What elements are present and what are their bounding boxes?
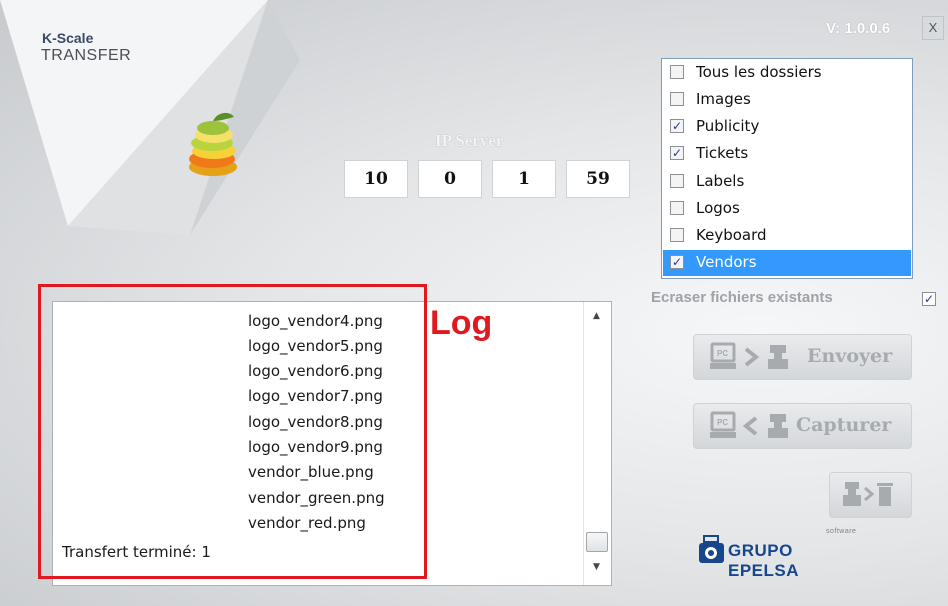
folder-item-tickets[interactable]: ✓ Tickets [663, 141, 911, 167]
version-label: V: 1.0.0.6 [826, 20, 891, 37]
app-title-line2: TRANSFER [41, 47, 132, 64]
overwrite-label: Ecraser fichiers existants [651, 289, 833, 306]
folder-checkbox[interactable] [670, 174, 684, 188]
pc-to-scale-icon: PC [710, 342, 788, 369]
folder-checkbox[interactable] [670, 201, 684, 215]
ip-octet-4-input[interactable]: 59 [566, 160, 630, 198]
folder-item-logos[interactable]: Logos [663, 196, 911, 222]
folder-checkbox[interactable] [670, 92, 684, 106]
folder-item-labels[interactable]: Labels [663, 169, 911, 195]
log-annotation-label: Log [430, 304, 493, 342]
ip-octet-3-input[interactable]: 1 [492, 160, 556, 198]
folder-item-images[interactable]: Images [663, 87, 911, 113]
folder-checkbox[interactable] [670, 228, 684, 242]
app-window: K-Scale TRANSFER V: 1.0.0.6 X IP Server … [0, 0, 948, 606]
folder-item-label: Tickets [696, 144, 749, 162]
scale-logo-icon [699, 535, 724, 563]
folder-checkbox[interactable]: ✓ [670, 255, 684, 269]
folder-item-tous-les-dossiers[interactable]: Tous les dossiers [663, 60, 911, 86]
scroll-up-icon[interactable]: ▲ [593, 311, 600, 321]
folder-item-label: Publicity [696, 117, 760, 135]
ip-octet-2-input[interactable]: 0 [418, 160, 482, 198]
folder-item-label: Keyboard [696, 226, 767, 244]
overwrite-checkbox[interactable]: ✓ [922, 292, 936, 306]
send-label: Envoyer [807, 345, 893, 367]
folder-item-keyboard[interactable]: Keyboard [663, 223, 911, 249]
capture-label: Capturer [796, 414, 892, 436]
capture-button[interactable]: PC Capturer [693, 403, 912, 449]
fruit-logo-icon [189, 112, 237, 176]
folder-item-label: Tous les dossiers [696, 63, 822, 81]
log-scrollbar[interactable]: ▲ ▼ [583, 302, 611, 585]
ip-octet-1-input[interactable]: 10 [344, 160, 408, 198]
folder-item-label: Logos [696, 199, 740, 217]
svg-text:PC: PC [717, 349, 728, 358]
scroll-down-icon[interactable]: ▼ [593, 562, 600, 572]
folder-item-publicity[interactable]: ✓ Publicity [663, 114, 911, 140]
svg-text:PC: PC [717, 418, 728, 427]
send-button[interactable]: PC Envoyer [693, 334, 912, 380]
scale-to-pc-icon: PC [710, 411, 788, 438]
folder-checkbox[interactable]: ✓ [670, 119, 684, 133]
folder-item-label: Labels [696, 172, 745, 190]
folder-checkbox[interactable] [670, 65, 684, 79]
logo-software-text: software [826, 528, 857, 535]
folder-item-label: Vendors [696, 253, 757, 271]
folder-item-vendors[interactable]: ✓ Vendors [663, 250, 911, 276]
scale-to-trash-icon [843, 482, 893, 506]
log-annotation-box [38, 284, 427, 579]
folder-checkbox[interactable]: ✓ [670, 146, 684, 160]
folder-item-label: Images [696, 90, 751, 108]
grupo-epelsa-logo: software GRUPO EPELSA [696, 528, 866, 580]
close-button[interactable]: X [922, 16, 944, 40]
scroll-thumb[interactable] [586, 532, 608, 552]
logo-name-text: GRUPO EPELSA [728, 541, 800, 580]
app-title-line1: K-Scale [42, 30, 94, 46]
folder-checklist: Tous les dossiers Images ✓ Publicity ✓ T… [661, 58, 913, 279]
ip-server-label: IP Server [435, 131, 504, 150]
delete-button[interactable] [829, 472, 912, 518]
